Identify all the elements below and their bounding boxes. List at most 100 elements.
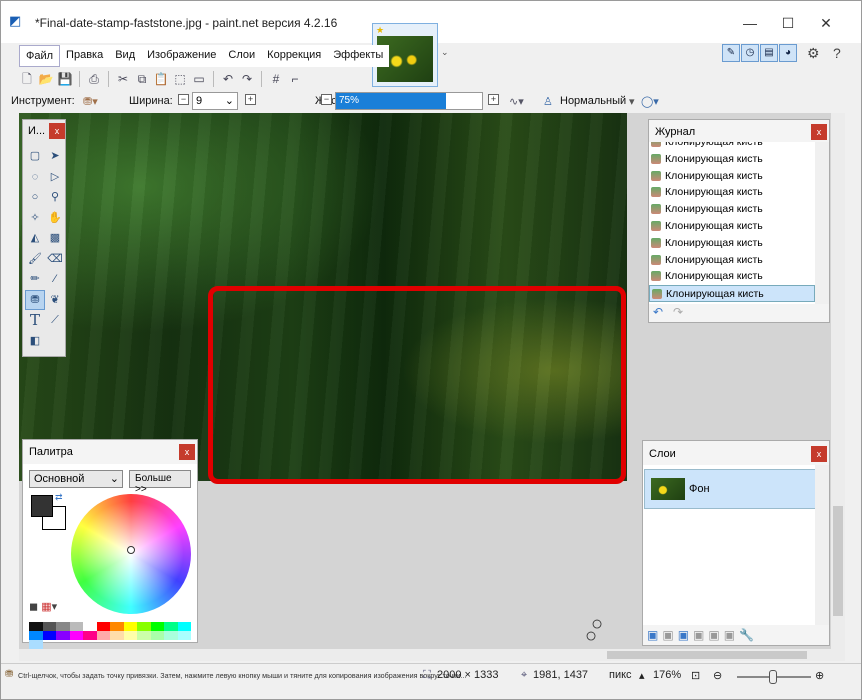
move-down-icon[interactable]: ▣ [724, 628, 739, 642]
palette-swatch[interactable] [110, 622, 124, 631]
paint-bucket-icon[interactable]: ◭ [25, 228, 45, 249]
pan-hand-icon[interactable]: ✋ [45, 208, 65, 229]
palette-swatch[interactable] [96, 622, 110, 631]
horizontal-scroll-thumb[interactable] [607, 651, 807, 659]
palette-swatch[interactable] [69, 631, 83, 640]
palette-swatch[interactable] [42, 622, 56, 631]
clone-stamp-icon[interactable]: ⛃ [25, 289, 45, 310]
swap-colors-icon[interactable]: ⇄ [55, 492, 63, 503]
selection-clip-icon[interactable]: ◯▾ [641, 95, 659, 108]
palette-swatch[interactable] [164, 631, 178, 640]
clone-stamp-icon[interactable]: ⛃▾ [83, 95, 98, 108]
menu-file[interactable]: Файл [19, 45, 61, 67]
palette-swatch[interactable] [56, 622, 70, 631]
magic-wand-icon[interactable]: ✧ [25, 208, 45, 229]
lasso-select-icon[interactable]: ◌ [25, 167, 45, 188]
copy-icon[interactable]: ⧉ [134, 71, 150, 87]
history-item[interactable]: Клонирующая кисть [649, 252, 815, 269]
chevron-down-icon[interactable]: ⌄ [225, 94, 234, 107]
add-layer-icon[interactable]: ▣ [647, 628, 662, 642]
close-icon[interactable]: x [811, 446, 827, 462]
minimize-button[interactable]: — [735, 13, 765, 33]
close-icon[interactable]: x [811, 124, 827, 140]
close-icon[interactable]: x [179, 444, 195, 460]
color-picker-icon[interactable]: ⁄ [45, 269, 65, 290]
palette-swatch[interactable] [29, 622, 43, 631]
open-folder-icon[interactable]: 📂 [38, 71, 54, 87]
zoom-in-icon[interactable]: ⊕ [815, 669, 824, 682]
deselect-icon[interactable]: ▭ [191, 71, 207, 87]
close-icon[interactable]: x [49, 123, 65, 139]
more-button[interactable]: Больше >> [129, 470, 191, 495]
hardness-increase-button[interactable]: + [488, 94, 499, 105]
palette-swatch[interactable] [150, 631, 164, 640]
color-wheel-cursor[interactable] [127, 546, 135, 554]
width-decrease-button[interactable]: − [178, 94, 189, 105]
palette-swatch[interactable] [56, 631, 70, 640]
move-selection-icon[interactable]: ▷ [45, 167, 65, 188]
ellipse-select-icon[interactable]: ○ [25, 187, 45, 208]
chevron-up-icon[interactable]: ▴ [639, 669, 645, 682]
cut-icon[interactable]: ✂ [115, 71, 131, 87]
print-icon[interactable]: ⎙ [86, 71, 102, 87]
antialias-icon[interactable]: ∿▾ [509, 95, 524, 108]
palette-swatch[interactable] [110, 631, 124, 640]
merge-layer-icon[interactable]: ▣ [693, 628, 708, 642]
hardness-decrease-button[interactable]: − [321, 94, 332, 105]
hardness-slider[interactable]: 75% [335, 92, 483, 110]
zoom-icon[interactable]: ⚲ [45, 187, 65, 208]
reset-colors-icon[interactable]: ◼ [29, 601, 38, 613]
menu-layers[interactable]: Слои [222, 45, 261, 67]
redo-icon[interactable]: ↷ [239, 71, 255, 87]
palette-swatch[interactable] [29, 640, 43, 649]
layers-window-toggle-icon[interactable]: ▤ [760, 44, 778, 62]
duplicate-layer-icon[interactable]: ▣ [678, 628, 693, 642]
recolor-icon[interactable]: ❦ [45, 290, 65, 311]
palette-swatch[interactable] [177, 631, 191, 640]
zoom-slider-knob[interactable] [769, 670, 777, 684]
save-icon[interactable]: 💾 [57, 71, 73, 87]
zoom-fit-icon[interactable]: ⊡ [691, 669, 700, 682]
units-select[interactable]: пикс [609, 669, 632, 681]
gradient-icon[interactable]: ▩ [45, 228, 65, 249]
palette-swatch[interactable] [69, 622, 83, 631]
tools-window-toggle-icon[interactable]: ✎ [722, 44, 740, 62]
palette-swatch[interactable] [150, 622, 164, 631]
rectangle-select-icon[interactable]: ▢ [25, 146, 45, 167]
move-selected-icon[interactable]: ➤ [45, 146, 65, 167]
pencil-icon[interactable]: ✏ [25, 269, 45, 290]
palette-swatch[interactable] [137, 631, 151, 640]
width-input[interactable]: 9 ⌄ [192, 92, 238, 110]
palette-swatch[interactable] [177, 622, 191, 631]
palette-swatch[interactable] [42, 631, 56, 640]
vertical-scroll-thumb[interactable] [833, 506, 843, 616]
palette-swatch[interactable] [164, 622, 178, 631]
ruler-icon[interactable]: ⌐ [287, 71, 303, 87]
menu-adjustments[interactable]: Коррекция [261, 45, 327, 67]
blend-mode-select[interactable]: Нормальный [560, 95, 626, 107]
layer-row[interactable]: Фон ✓ [644, 469, 828, 509]
grid-icon[interactable]: # [268, 71, 284, 87]
maximize-button[interactable]: ☐ [773, 13, 803, 33]
gear-icon[interactable]: ⚙ [807, 45, 820, 62]
palette-color-strip[interactable] [29, 622, 191, 649]
zoom-level[interactable]: 176% [653, 669, 681, 681]
paintbrush-icon[interactable]: 🖌 [25, 249, 45, 270]
history-item[interactable]: Клонирующая кисть [649, 268, 815, 285]
palette-swatch[interactable] [83, 622, 97, 631]
history-item[interactable]: Клонирующая кисть [649, 168, 815, 185]
color-wheel[interactable] [71, 494, 191, 614]
layers-scrollbar[interactable] [815, 465, 829, 625]
primary-color-swatch[interactable] [31, 495, 53, 517]
crop-icon[interactable]: ⬚ [172, 71, 188, 87]
new-file-icon[interactable]: 🗋 [19, 71, 35, 87]
palette-swatch[interactable] [137, 622, 151, 631]
palette-swatch[interactable] [123, 631, 137, 640]
menu-effects[interactable]: Эффекты [327, 45, 389, 67]
line-curve-icon[interactable]: ⟋ [45, 310, 65, 331]
chevron-down-icon[interactable]: ▾ [52, 601, 58, 613]
history-item[interactable]: Клонирующая кисть [649, 184, 815, 201]
palette-swatch[interactable] [83, 631, 97, 640]
chevron-down-icon[interactable]: ▾ [629, 95, 635, 108]
redo-icon[interactable]: ↷ [673, 305, 683, 319]
